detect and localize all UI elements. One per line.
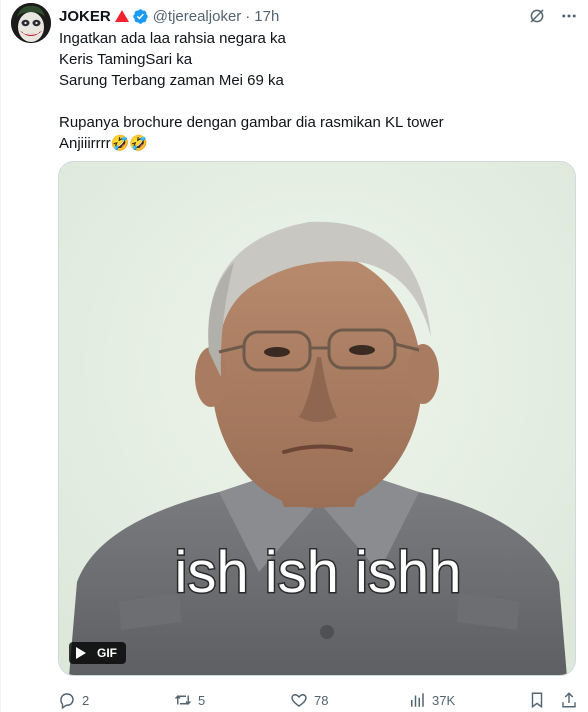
tweet-text: Ingatkan ada laa rahsia negara ka Keris … bbox=[59, 28, 579, 154]
share-icon bbox=[562, 692, 576, 708]
gif-controls: GIF bbox=[69, 642, 126, 664]
tweet-line: Anjiiirrrr🤣🤣 bbox=[59, 135, 149, 152]
bookmark-button[interactable] bbox=[528, 688, 546, 712]
verified-badge-icon[interactable] bbox=[132, 8, 149, 25]
reply-button[interactable]: 2 bbox=[58, 688, 89, 712]
tweet-line: Rupanya brochure dengan gambar dia rasmi… bbox=[59, 114, 444, 131]
retweet-count: 5 bbox=[198, 692, 206, 708]
retweet-button[interactable]: 5 bbox=[174, 688, 205, 712]
gif-caption: ish ish ishh bbox=[175, 540, 462, 605]
view-count: 37K bbox=[432, 692, 456, 708]
like-button[interactable]: 78 bbox=[290, 688, 328, 712]
views-button[interactable]: 37K bbox=[408, 688, 455, 712]
grok-icon[interactable] bbox=[528, 7, 546, 25]
play-icon[interactable] bbox=[69, 642, 93, 664]
tweet-header: JOKER @tjerealjoker · 17h bbox=[59, 6, 578, 26]
tweet[interactable]: JOKER @tjerealjoker · 17h Ingatkan ada l… bbox=[0, 0, 588, 712]
paragraph-break bbox=[59, 91, 579, 112]
display-name[interactable]: JOKER bbox=[59, 8, 111, 25]
reply-count: 2 bbox=[82, 692, 90, 708]
tweet-line: Sarung Terbang zaman Mei 69 ka bbox=[59, 72, 284, 89]
header-actions bbox=[528, 7, 578, 25]
timestamp[interactable]: 17h bbox=[254, 8, 279, 25]
more-icon[interactable] bbox=[560, 7, 578, 25]
tweet-line: Keris TamingSari ka bbox=[59, 51, 193, 68]
views-icon bbox=[411, 693, 424, 707]
joker-avatar-image bbox=[11, 3, 51, 43]
gif-media[interactable]: ish ish ishh GIF bbox=[58, 161, 576, 676]
reply-icon bbox=[60, 693, 74, 709]
gif-badge: GIF bbox=[93, 642, 126, 664]
author-handle[interactable]: @tjerealjoker bbox=[153, 8, 242, 25]
tweet-line: Ingatkan ada laa rahsia negara ka bbox=[59, 30, 286, 47]
retweet-icon bbox=[174, 695, 192, 705]
share-button[interactable] bbox=[560, 688, 578, 712]
action-bar: 2 5 78 37K bbox=[58, 688, 578, 712]
like-count: 78 bbox=[314, 692, 329, 708]
red-triangle-icon bbox=[114, 10, 129, 22]
heart-icon bbox=[291, 694, 307, 707]
bookmark-icon bbox=[531, 692, 543, 709]
avatar[interactable] bbox=[11, 3, 51, 43]
separator-dot: · bbox=[245, 7, 251, 25]
